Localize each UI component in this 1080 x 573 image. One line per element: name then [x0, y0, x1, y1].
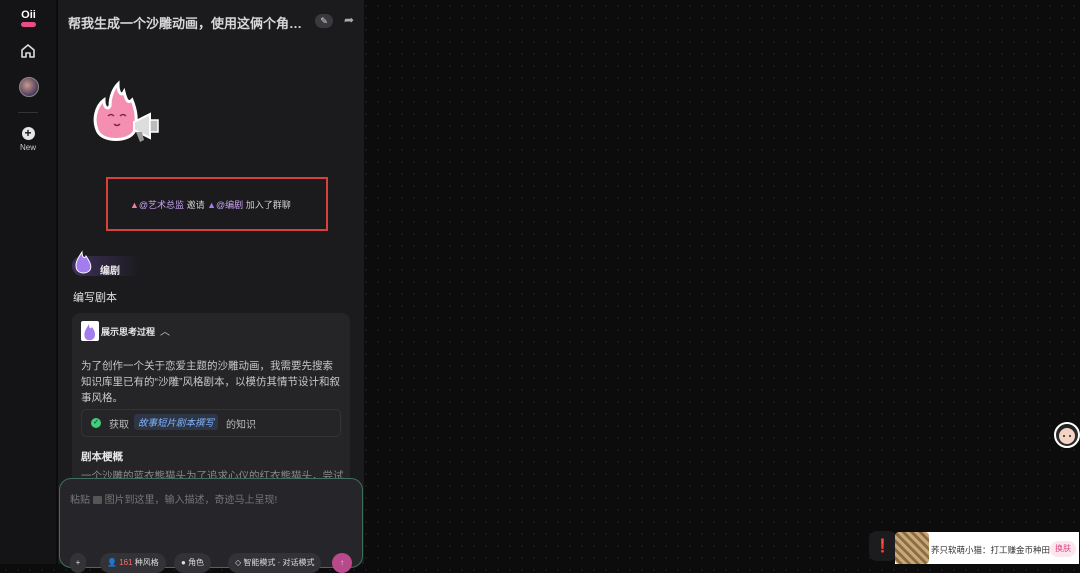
thinking-body: 为了创作一个关于恋爱主题的沙雕动画，我需要先搜索知识库里已有的“沙雕”风格剧本，… — [81, 360, 340, 404]
composer-placeholder[interactable]: 粘贴 图片到这里，输入描述，奇迹马上呈现! — [70, 491, 277, 506]
style-picker-button[interactable]: 👤 161 种风格 — [100, 553, 166, 573]
mode-chat[interactable]: 对话模式 — [282, 558, 314, 567]
join-suffix: 加入了群聊 — [245, 200, 291, 210]
feedback-icon[interactable]: ❗ — [869, 531, 897, 561]
composer[interactable]: 粘贴 图片到这里，输入描述，奇迹马上呈现! + 👤 161 种风格 ● 角色 ◇… — [59, 478, 363, 573]
agent-task: 编写剧本 — [73, 292, 117, 304]
image-icon — [92, 496, 102, 505]
plus-icon: + — [21, 127, 35, 140]
notification-text: 荞只软萌小猫：打工赚金币种田 — [931, 545, 1051, 555]
kb-prefix: 获取 — [109, 420, 129, 431]
new-label: New — [19, 143, 36, 152]
left-rail: Oii + New — [0, 0, 56, 564]
writer-thumbnail — [81, 321, 99, 341]
inviter-mention[interactable]: @艺术总监 — [139, 200, 184, 210]
share-icon[interactable]: ➦ — [344, 13, 354, 27]
assistant-avatar-icon[interactable] — [1053, 418, 1080, 452]
role-label: 角色 — [188, 558, 205, 567]
conversation-title: 帮我生成一个沙雕动画，使用这俩个角色... — [68, 16, 308, 31]
writer-fire-icon: ▲ — [207, 200, 217, 210]
thinking-toggle[interactable]: 展示思考过程 — [101, 325, 155, 338]
writer-fire-icon — [74, 250, 94, 274]
user-avatar[interactable] — [19, 77, 39, 97]
notification-action-button[interactable]: 换肤 — [1050, 541, 1076, 557]
style-label: 种风格 — [134, 558, 159, 567]
check-icon: ✓ — [91, 418, 101, 428]
agent-name: 编剧 — [100, 266, 120, 277]
invite-verb: 邀请 — [186, 200, 205, 210]
kb-suffix: 的知识 — [226, 420, 256, 431]
add-button[interactable]: + — [70, 553, 86, 573]
logo-text: Oii — [21, 9, 36, 21]
chevron-up-icon[interactable]: ︿ — [160, 323, 170, 338]
notification-banner[interactable]: 荞只软萌小猫：打工赚金币种田 换肤 — [895, 532, 1079, 564]
fire-mascot-sticker — [88, 80, 168, 150]
invitee-mention[interactable]: @编剧 — [216, 200, 243, 210]
knowledge-retrieval-row: ✓ 获取 故事短片剧本撰写 的知识 — [81, 409, 341, 437]
home-icon[interactable] — [19, 42, 37, 60]
role-button[interactable]: ● 角色 — [174, 553, 212, 573]
kb-chip[interactable]: 故事短片剧本撰写 — [134, 414, 219, 430]
app-logo[interactable]: Oii — [20, 10, 37, 29]
mode-toggle[interactable]: ◇ 智能模式 · 对话模式 — [228, 553, 322, 573]
edit-title-button[interactable]: ✎ — [315, 14, 333, 28]
outline-title: 剧本梗概 — [81, 451, 123, 463]
rail-divider — [18, 112, 38, 113]
placeholder-prefix: 粘贴 — [70, 495, 90, 506]
join-notice: ▲@艺术总监 邀请 ▲@编剧 加入了群聊 — [130, 198, 291, 211]
send-button[interactable]: ↑ — [332, 553, 352, 573]
placeholder-suffix: 图片到这里，输入描述，奇迹马上呈现! — [104, 495, 278, 506]
logo-bar — [21, 22, 36, 27]
art-director-fire-icon: ▲ — [130, 200, 139, 210]
new-chat-button[interactable]: + New — [14, 127, 42, 153]
mode-smart[interactable]: 智能模式 — [243, 558, 275, 567]
style-count: 161 — [119, 558, 133, 567]
notification-image — [895, 532, 929, 564]
